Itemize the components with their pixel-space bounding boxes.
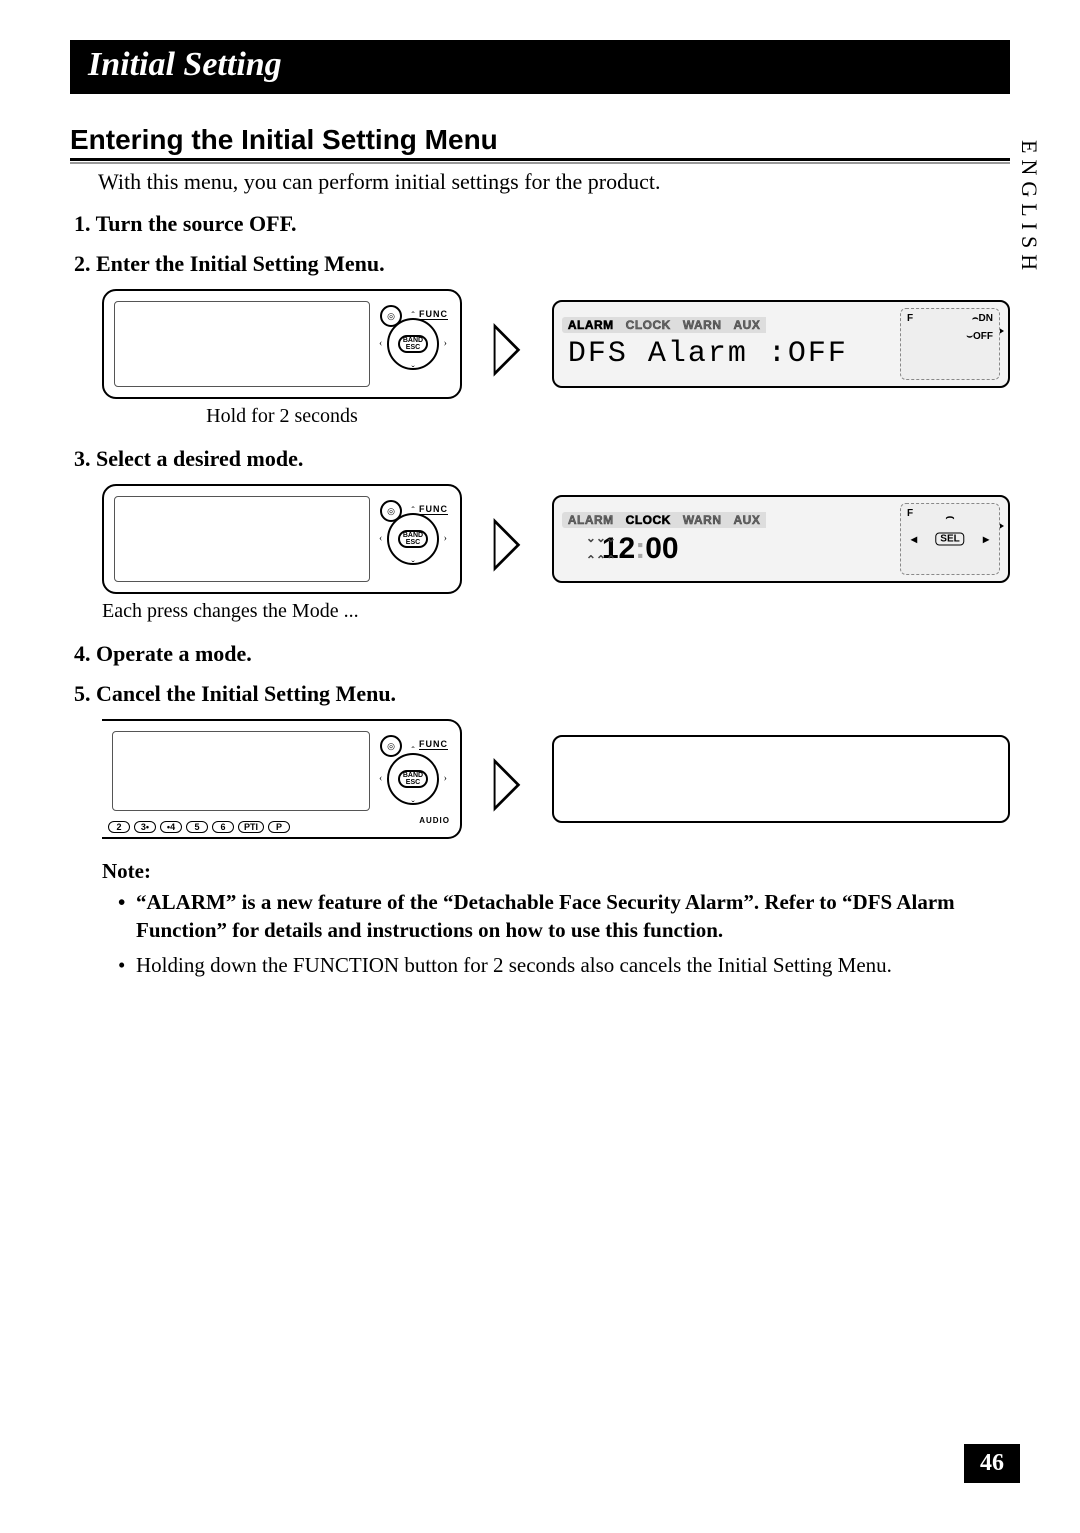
tab-clock: CLOCK [620,512,677,528]
language-tab: ENGLISH [1016,140,1042,276]
tab-warn: WARN [677,512,728,528]
arrow-icon: ▷ [493,504,520,574]
lcd-side-panel: F ⌢DN ⌣OFF [900,308,1000,380]
step-1-title: Turn the source OFF. [74,211,1010,237]
arrow-icon: ▷ [493,744,520,814]
device-illustration-step2: ◎ FUNC ˆ ˇ ‹ › BANDESC [102,289,462,399]
chapter-title: Initial Setting [70,40,1010,94]
note-item-1: “ALARM” is a new feature of the “Detacha… [118,888,1010,945]
dpad-icon: ˆ ˇ ‹ › BANDESC [383,749,443,809]
lcd-tabs: ALARM CLOCK WARN AUX [562,512,892,528]
dpad-icon: ˆ ˇ ‹ › BANDESC [383,509,443,569]
tab-warn: WARN [677,317,728,333]
preset-buttons: 2 3• •4 5 6 PTI P [108,821,370,833]
section-heading: Entering the Initial Setting Menu [70,124,1010,161]
note-item-2: Holding down the FUNCTION button for 2 s… [118,951,1010,979]
tab-alarm: ALARM [562,512,620,528]
tab-clock: CLOCK [620,317,677,333]
lcd-side-panel: F ⌢ ◂ SEL ▸ [900,503,1000,575]
arrow-icon: ▷ [493,309,520,379]
tab-aux: AUX [728,512,767,528]
caption-each-press: Each press changes the Mode ... [102,600,462,623]
device-illustration-step3: ◎ FUNC ˆ ˇ ‹ › BANDESC [102,484,462,594]
lcd-display-step3: ALARM CLOCK WARN AUX ⌄⌄⌄ ⌃⌃⌃ 12:00 [552,495,1010,583]
audio-label: AUDIO [419,816,450,825]
caption-hold: Hold for 2 seconds [102,405,462,428]
dpad-icon: ˆ ˇ ‹ › BANDESC [383,314,443,374]
note-title: Note: [102,859,1010,884]
lcd-display-step2: ALARM CLOCK WARN AUX DFS Alarm :OFF F ⌢D… [552,300,1010,388]
tab-alarm: ALARM [562,317,620,333]
step-2-title: Enter the Initial Setting Menu. [74,251,1010,277]
step-5-title: Cancel the Initial Setting Menu. [74,681,1010,707]
lcd-display-blank [552,735,1010,823]
tab-aux: AUX [728,317,767,333]
lcd-main-text: DFS Alarm :OFF [562,337,892,371]
step-3-title: Select a desired mode. [74,446,1010,472]
intro-text: With this menu, you can perform initial … [98,169,1010,195]
page-number: 46 [964,1444,1020,1483]
step-4-title: Operate a mode. [74,641,1010,667]
device-illustration-step5: 2 3• •4 5 6 PTI P ◎ FUNC ˆ [102,719,462,839]
lcd-tabs: ALARM CLOCK WARN AUX [562,317,892,333]
lcd-clock-text: ⌄⌄⌄ ⌃⌃⌃ 12:00 [562,532,892,566]
